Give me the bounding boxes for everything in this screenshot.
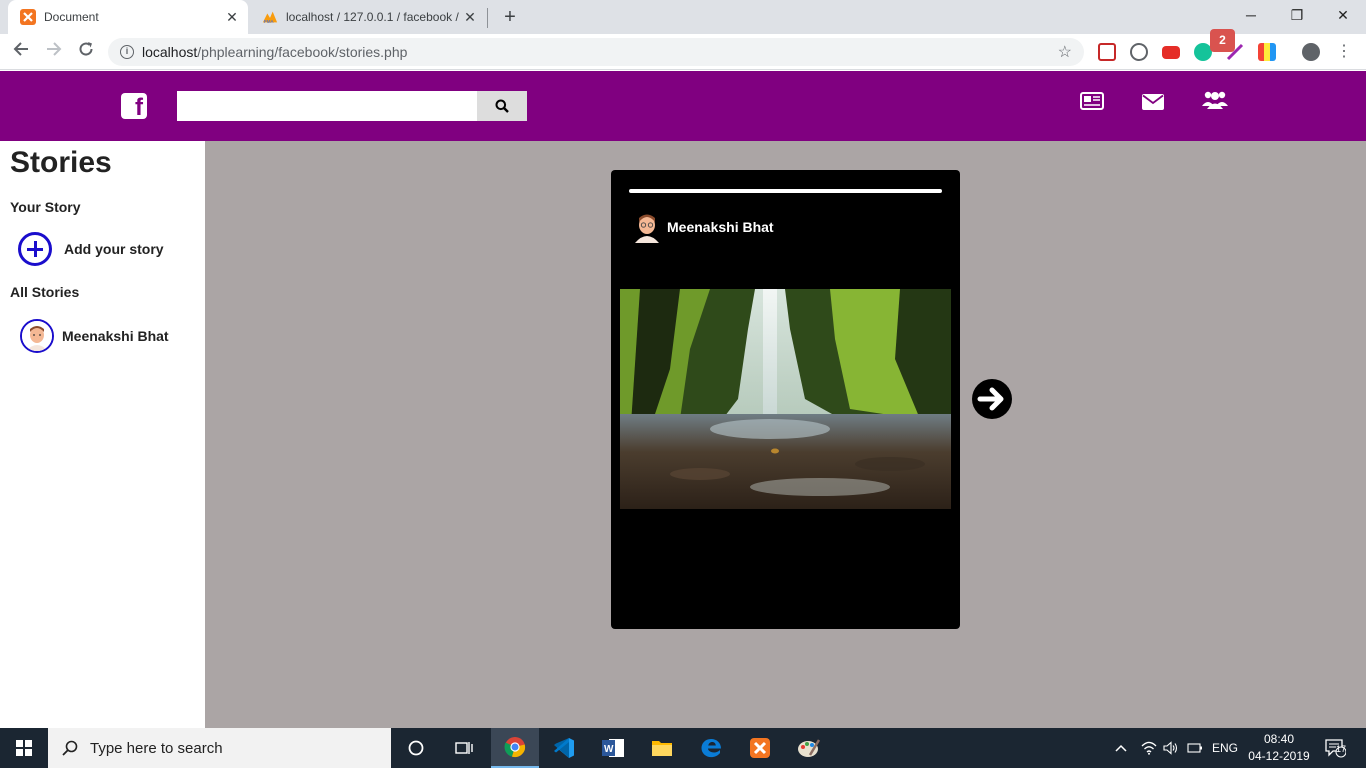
minimize-button[interactable]: ─ — [1228, 0, 1274, 30]
new-tab-button[interactable]: + — [498, 5, 522, 29]
svg-text:W: W — [604, 744, 614, 755]
newsfeed-icon[interactable] — [1080, 92, 1104, 115]
app-header: f — [0, 71, 1366, 141]
tab-title: localhost / 127.0.0.1 / facebook / — [286, 10, 459, 24]
language-indicator[interactable]: ENG — [1212, 728, 1238, 768]
messages-envelope-icon[interactable] — [1142, 94, 1164, 115]
browser-tab-document[interactable]: Document ✕ — [8, 0, 248, 34]
profile-avatar-icon[interactable] — [1302, 43, 1320, 61]
windows-start-icon[interactable] — [0, 728, 48, 768]
tab-divider — [487, 8, 488, 28]
browser-tab-strip: Document ✕ PMA localhost / 127.0.0.1 / f… — [0, 0, 1366, 34]
tab-title: Document — [44, 10, 99, 24]
stories-sidebar: Stories Your Story Add your story All St… — [0, 141, 205, 728]
story-card[interactable]: Meenakshi Bhat — [611, 170, 960, 629]
tray-chevron-icon[interactable] — [1115, 728, 1127, 768]
story-author-name: Meenakshi Bhat — [667, 219, 774, 235]
search-button[interactable] — [477, 91, 527, 121]
search-input[interactable] — [177, 91, 477, 121]
notification-count: 17 — [1336, 744, 1347, 754]
edge-taskbar-icon[interactable] — [687, 728, 735, 768]
clock-time: 08:40 — [1263, 732, 1295, 746]
vscode-taskbar-icon[interactable] — [540, 728, 588, 768]
clock-date: 04-12-2019 — [1248, 749, 1310, 763]
url-text: localhost/phplearning/facebook/stories.p… — [142, 44, 407, 60]
story-list-item[interactable]: Meenakshi Bhat — [62, 328, 169, 344]
windows-taskbar: Type here to search W ENG 08:40 04-12-20… — [0, 728, 1366, 768]
close-window-button[interactable]: ✕ — [1320, 0, 1366, 30]
your-story-heading: Your Story — [10, 199, 81, 215]
cortana-icon[interactable] — [392, 728, 440, 768]
extension-pocket-icon[interactable] — [1098, 43, 1116, 61]
action-center-icon[interactable]: 17 — [1324, 728, 1346, 768]
story-progress-bar — [629, 189, 942, 193]
add-story-button[interactable]: Add your story — [64, 241, 164, 257]
story-image — [620, 289, 951, 509]
extension-circle-icon[interactable] — [1130, 43, 1148, 61]
tab-close-icon[interactable]: ✕ — [460, 9, 480, 26]
battery-icon[interactable] — [1187, 728, 1203, 768]
address-bar[interactable]: i localhost/phplearning/facebook/stories… — [108, 38, 1084, 66]
task-view-icon[interactable] — [440, 728, 488, 768]
all-stories-heading: All Stories — [10, 284, 80, 300]
site-info-icon[interactable]: i — [120, 45, 134, 59]
maximize-button[interactable]: ❐ — [1274, 0, 1320, 30]
url-host: localhost — [142, 44, 198, 60]
browser-menu-icon[interactable]: ⋮ — [1336, 43, 1352, 61]
story-viewer-area: Meenakshi Bhat — [205, 141, 1366, 728]
bookmark-star-icon[interactable]: ☆ — [1058, 42, 1072, 62]
search-icon — [62, 740, 78, 756]
system-clock[interactable]: 08:40 04-12-2019 — [1240, 731, 1318, 765]
extension-youtube-icon[interactable] — [1162, 46, 1180, 59]
volume-icon[interactable] — [1163, 728, 1179, 768]
facebook-logo[interactable]: f — [121, 93, 147, 121]
story-author-avatar — [633, 211, 661, 243]
xampp-taskbar-icon[interactable] — [736, 728, 784, 768]
extension-colorzilla-icon[interactable] — [1258, 43, 1276, 61]
xampp-favicon-icon — [20, 9, 36, 25]
url-path: /phplearning/facebook/stories.php — [197, 44, 408, 60]
file-explorer-taskbar-icon[interactable] — [638, 728, 686, 768]
friend-requests-icon[interactable] — [1202, 90, 1228, 115]
add-story-plus-icon[interactable] — [18, 232, 52, 266]
forward-arrow-icon[interactable] — [42, 40, 66, 64]
svg-text:PMA: PMA — [264, 19, 275, 24]
story-user-avatar[interactable] — [20, 319, 54, 353]
back-arrow-icon[interactable] — [9, 40, 33, 64]
phpmyadmin-favicon-icon: PMA — [262, 9, 278, 25]
next-story-arrow-icon[interactable] — [971, 378, 1013, 420]
search-icon — [495, 99, 509, 113]
reload-icon[interactable] — [74, 40, 98, 64]
taskbar-search-placeholder: Type here to search — [90, 739, 223, 757]
browser-tab-phpmyadmin[interactable]: PMA localhost / 127.0.0.1 / facebook / ✕ — [250, 0, 486, 34]
taskbar-search-box[interactable]: Type here to search — [48, 728, 391, 768]
chrome-taskbar-icon[interactable] — [491, 728, 539, 768]
paint-taskbar-icon[interactable] — [785, 728, 833, 768]
tab-close-icon[interactable]: ✕ — [222, 9, 242, 26]
friend-requests-badge: 2 — [1210, 29, 1235, 52]
page-title: Stories — [10, 146, 112, 179]
word-taskbar-icon[interactable]: W — [589, 728, 637, 768]
wifi-icon[interactable] — [1141, 728, 1157, 768]
